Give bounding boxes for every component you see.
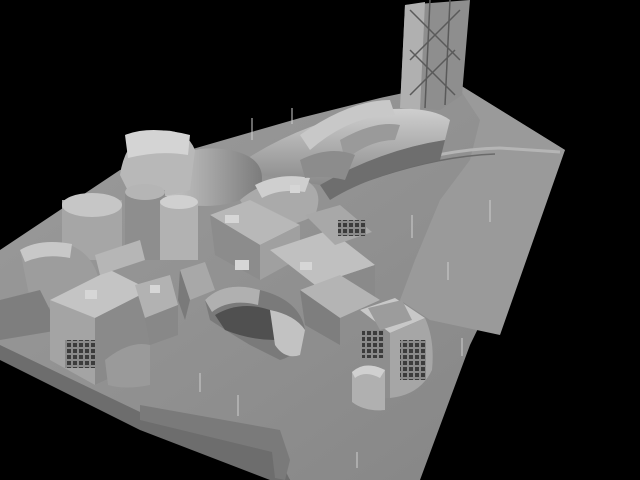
- museum-model-render: [0, 0, 640, 480]
- bridge-tower: [400, 0, 470, 110]
